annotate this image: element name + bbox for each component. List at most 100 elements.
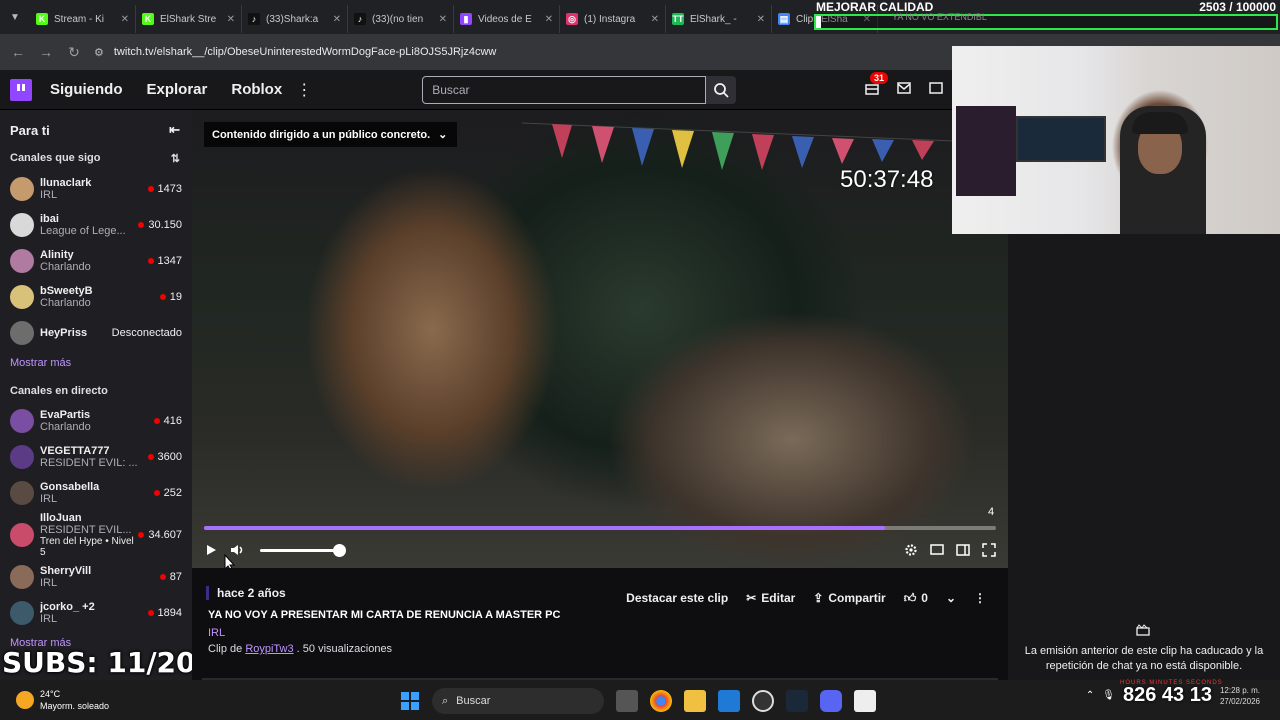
fullscreen-icon[interactable] bbox=[982, 543, 996, 557]
obs-icon[interactable] bbox=[752, 690, 774, 712]
browser-tab[interactable]: ♪ (33)(no tien ✕ bbox=[348, 5, 454, 33]
collapse-sidebar-icon[interactable]: ⇤ bbox=[169, 122, 180, 138]
weather-widget[interactable]: 24°C Mayorm. soleado bbox=[16, 688, 109, 712]
chrome-icon[interactable] bbox=[650, 690, 672, 712]
tab-favicon-icon: ◎ bbox=[566, 13, 578, 25]
forward-icon[interactable]: → bbox=[32, 44, 60, 60]
theatre-mode-icon[interactable] bbox=[956, 543, 970, 557]
clip-info: hace 2 años YA NO VOY A PRESENTAR MI CAR… bbox=[192, 568, 1008, 680]
tab-close-icon[interactable]: ✕ bbox=[757, 14, 765, 25]
browser-tab[interactable]: TT ElShark_ - ✕ bbox=[666, 5, 772, 33]
sidebar-channel[interactable]: bSweetyB Charlando 19 bbox=[0, 279, 192, 315]
microphone-icon[interactable]: 🎙︎ bbox=[1102, 690, 1115, 701]
live-dot-icon bbox=[159, 294, 166, 300]
channel-meta: Gonsabella IRL bbox=[40, 481, 154, 505]
reload-icon[interactable]: ↻ bbox=[60, 44, 88, 61]
clock[interactable]: 12:28 p. m. 27/02/2026 bbox=[1220, 685, 1260, 707]
settings-gear-icon[interactable] bbox=[904, 543, 918, 557]
back-icon[interactable]: ← bbox=[4, 44, 32, 60]
browser-tab[interactable]: ◎ (1) Instagra ✕ bbox=[560, 5, 666, 33]
steam-icon[interactable] bbox=[786, 690, 808, 712]
discord-icon[interactable] bbox=[820, 690, 842, 712]
site-info-icon[interactable]: ⚙ bbox=[94, 46, 104, 59]
tab-close-icon[interactable]: ✕ bbox=[333, 14, 341, 25]
browser-tab[interactable]: ♪ (33)Shark:a ✕ bbox=[242, 5, 348, 33]
url-field[interactable]: ⚙ twitch.tv/elshark__/clip/ObeseUnintere… bbox=[94, 46, 496, 59]
share-button[interactable]: ⇪ Compartir bbox=[807, 588, 891, 608]
live-dot-icon bbox=[153, 418, 160, 424]
tab-close-icon[interactable]: ✕ bbox=[227, 14, 235, 25]
tab-close-icon[interactable]: ✕ bbox=[651, 14, 659, 25]
volume-knob[interactable] bbox=[333, 543, 346, 557]
twitch-logo-icon[interactable] bbox=[10, 78, 32, 101]
activity-icon[interactable] bbox=[928, 80, 944, 96]
dislike-dropdown-icon[interactable]: ⌄ bbox=[940, 588, 962, 608]
edit-button[interactable]: ✂ Editar bbox=[740, 588, 801, 608]
show-more-followed[interactable]: Mostrar más bbox=[0, 351, 192, 375]
more-options-icon[interactable]: ⋮ bbox=[296, 80, 312, 100]
sidebar-channel[interactable]: VEGETTA777 RESIDENT EVIL: ... 3600 bbox=[0, 439, 192, 475]
cast-icon[interactable] bbox=[930, 543, 944, 557]
tab-close-icon[interactable]: ✕ bbox=[439, 14, 447, 25]
share-icon: ⇪ bbox=[813, 591, 824, 605]
channel-avatar bbox=[10, 213, 34, 237]
windows-taskbar: 24°C Mayorm. soleado ⌕ Buscar ⌃ 🎙︎ 826 4… bbox=[0, 680, 1280, 720]
more-actions-icon[interactable]: ⋮ bbox=[968, 588, 992, 608]
clip-author-link[interactable]: RoypiTw3 bbox=[245, 643, 293, 655]
notifications-icon[interactable]: 31 bbox=[864, 72, 889, 96]
sidebar-channel[interactable]: llunaclark IRL 1473 bbox=[0, 171, 192, 207]
highlight-clip-button[interactable]: Destacar este clip bbox=[620, 588, 734, 608]
sidebar-channel[interactable]: EvaPartis Charlando 416 bbox=[0, 403, 192, 439]
chevron-down-icon: ⌄ bbox=[438, 129, 448, 141]
channel-meta: HeyPriss bbox=[40, 327, 112, 339]
clip-category-link[interactable]: IRL bbox=[208, 627, 225, 639]
browser-tab[interactable]: K ElShark Stre ✕ bbox=[136, 5, 242, 33]
browser-tab[interactable]: K Stream - Ki ✕ bbox=[30, 5, 136, 33]
volume-slider[interactable] bbox=[260, 543, 346, 557]
sort-icon[interactable]: ⇅ bbox=[171, 152, 180, 165]
whispers-icon[interactable] bbox=[896, 80, 912, 96]
sidebar-channel[interactable]: Alinity Charlando 1347 bbox=[0, 243, 192, 279]
nav-link-browse[interactable]: Explorar bbox=[147, 81, 208, 98]
clip-date: hace 2 años bbox=[206, 586, 286, 600]
webcam-monitor bbox=[1016, 116, 1106, 162]
sidebar-channel[interactable]: SherryVill IRL 87 bbox=[0, 559, 192, 595]
windows-start-icon[interactable] bbox=[400, 691, 420, 711]
play-icon[interactable] bbox=[204, 543, 218, 557]
taskbar-search[interactable]: ⌕ Buscar bbox=[432, 688, 604, 714]
tab-search-button[interactable]: ▼ bbox=[0, 0, 30, 34]
nav-link-roblox[interactable]: Roblox bbox=[231, 81, 282, 98]
sidebar-channel[interactable]: IlloJuan RESIDENT EVIL... Tren del Hype • … bbox=[0, 511, 192, 559]
tab-close-icon[interactable]: ✕ bbox=[121, 14, 129, 25]
channel-avatar bbox=[10, 565, 34, 589]
file-explorer-icon[interactable] bbox=[684, 690, 706, 712]
channel-category: IRL bbox=[40, 189, 58, 201]
tab-favicon-icon: ♪ bbox=[354, 13, 366, 25]
sidebar-channel[interactable]: Gonsabella IRL 252 bbox=[0, 475, 192, 511]
tab-close-icon[interactable]: ✕ bbox=[545, 14, 553, 25]
app-icon[interactable] bbox=[854, 690, 876, 712]
video-player[interactable]: Contenido dirigido a un público concreto… bbox=[192, 110, 1008, 568]
channel-viewers: 34.607 bbox=[138, 529, 182, 541]
sidebar-channel[interactable]: ibai League of Lege... 30.150 bbox=[0, 207, 192, 243]
content-warning-button[interactable]: Contenido dirigido a un público concreto… bbox=[204, 122, 458, 147]
nav-link-following[interactable]: Siguiendo bbox=[50, 81, 123, 98]
taskbar-search-icon: ⌕ bbox=[442, 694, 449, 707]
sidebar-channel[interactable]: HeyPriss Desconectado bbox=[0, 315, 192, 351]
tray-chevron-icon[interactable]: ⌃ bbox=[1086, 690, 1094, 701]
video-progress-bar[interactable] bbox=[204, 526, 996, 530]
channel-meta: VEGETTA777 RESIDENT EVIL: ... bbox=[40, 445, 148, 469]
vscode-icon[interactable] bbox=[718, 690, 740, 712]
search-button[interactable] bbox=[706, 75, 737, 104]
webcam-cap bbox=[1132, 112, 1188, 134]
search-input[interactable]: Buscar bbox=[422, 75, 707, 104]
webcam-overlay-image bbox=[952, 46, 1280, 234]
browser-tab[interactable]: ▮ Videos de E ✕ bbox=[454, 5, 560, 33]
task-view-icon[interactable] bbox=[616, 690, 638, 712]
sidebar-channel[interactable]: jcorko_ +2 IRL 1894 bbox=[0, 595, 192, 631]
clip-title: YA NO VOY A PRESENTAR MI CARTA DE RENUNC… bbox=[208, 609, 561, 621]
channel-viewers: 416 bbox=[153, 415, 182, 427]
like-button[interactable]: 👍︎ 0 bbox=[898, 588, 934, 608]
channel-name: HeyPriss bbox=[40, 327, 88, 339]
system-tray: ⌃ 🎙︎ 826 43 13 12:28 p. m. 27/02/2026 bbox=[1086, 684, 1260, 707]
